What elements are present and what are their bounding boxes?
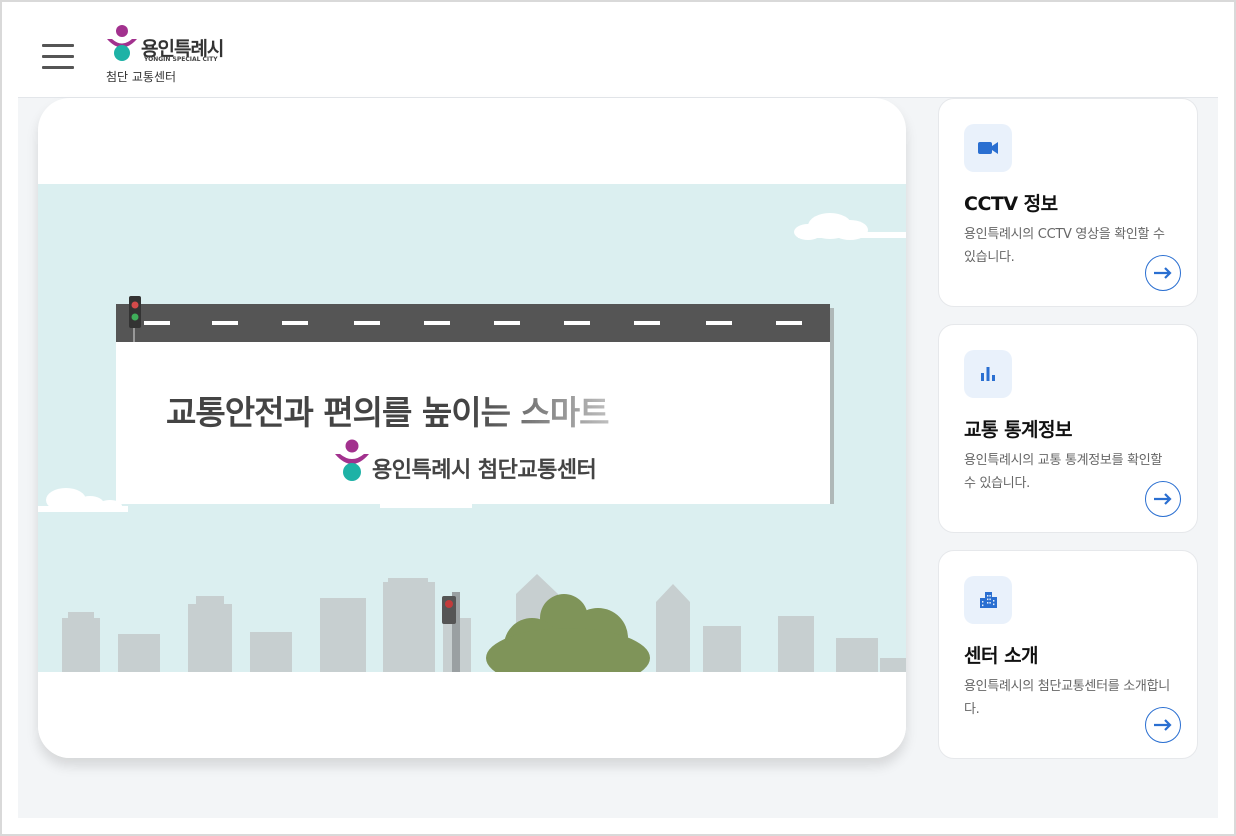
arrow-right-icon[interactable] bbox=[1145, 255, 1181, 291]
hero-banner: 교통안전과 편의를 높이는 스마트 용인특례시 첨단교통센터 bbox=[38, 98, 906, 758]
arrow-right-icon[interactable] bbox=[1145, 707, 1181, 743]
hero-banner-text: 교통안전과 편의를 높이는 스마트 bbox=[166, 393, 610, 432]
card-icon-container bbox=[964, 576, 1012, 624]
arrow-right-icon[interactable] bbox=[1145, 481, 1181, 517]
card-description: 용인특례시의 교통 통계정보를 확인할 수 있습니다. bbox=[964, 453, 1163, 491]
card-title: CCTV 정보 bbox=[964, 193, 1058, 215]
site-header: 용인특례시 YONGIN SPECIAL CITY 첨단 교통센터 bbox=[18, 16, 1218, 98]
hero-sign-text: 용인특례시 첨단교통센터 bbox=[372, 458, 597, 483]
card-icon-container bbox=[964, 124, 1012, 172]
card-title: 센터 소개 bbox=[964, 645, 1039, 667]
card-traffic-stats[interactable]: 교통 통계정보 용인특례시의 교통 통계정보를 확인할 수 있습니다. bbox=[938, 324, 1198, 533]
app-container: 용인특례시 YONGIN SPECIAL CITY 첨단 교통센터 교통안전과 … bbox=[18, 16, 1218, 818]
traffic-light-icon bbox=[129, 296, 141, 328]
site-subtitle: 첨단 교통센터 bbox=[106, 70, 177, 84]
building-icon bbox=[980, 592, 997, 608]
card-center-intro[interactable]: 센터 소개 용인특례시의 첨단교통센터를 소개합니다. bbox=[938, 550, 1198, 759]
card-cctv[interactable]: CCTV 정보 용인특례시의 CCTV 영상을 확인할 수 있습니다. bbox=[938, 98, 1198, 307]
card-description: 용인특례시의 첨단교통센터를 소개합니다. bbox=[964, 679, 1170, 717]
card-title: 교통 통계정보 bbox=[964, 419, 1073, 441]
card-description: 용인특례시의 CCTV 영상을 확인할 수 있습니다. bbox=[964, 227, 1165, 265]
bar-chart-icon bbox=[981, 367, 995, 381]
video-camera-icon bbox=[978, 142, 998, 154]
yongin-emblem-icon bbox=[107, 25, 137, 61]
hamburger-menu-icon[interactable] bbox=[42, 44, 74, 70]
logo-english-text: YONGIN SPECIAL CITY bbox=[144, 56, 218, 63]
card-icon-container bbox=[964, 350, 1012, 398]
